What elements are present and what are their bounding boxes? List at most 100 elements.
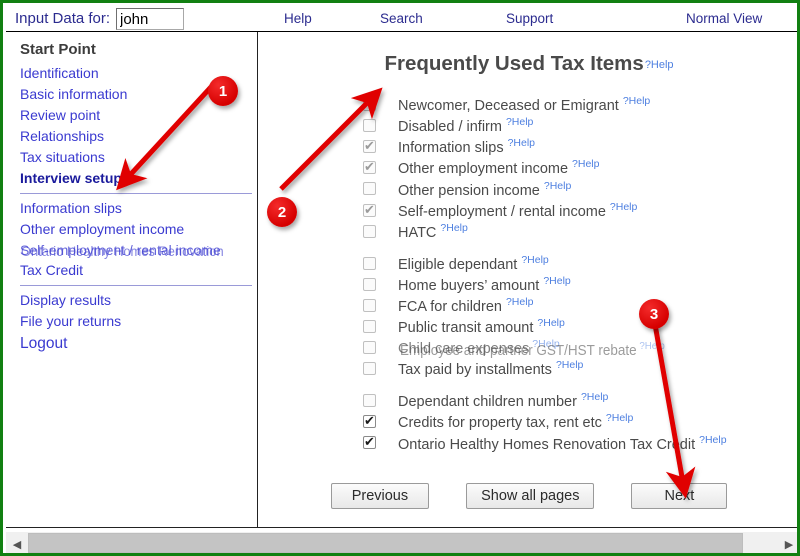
checklist-label: Other employment income ?Help [398,158,600,178]
previous-button[interactable]: Previous [330,483,430,509]
help-link[interactable]: ?Help [606,412,633,424]
top-navigation-bar: Input Data for: Help Search Support Norm… [6,6,797,32]
checklist-row[interactable]: Newcomer, Deceased or Emigrant ?Help [363,94,793,115]
sidebar-item-review-point[interactable]: Review point [20,105,257,126]
checklist-row[interactable]: Disabled / infirm ?Help [363,115,793,136]
scrollbar-thumb[interactable] [28,533,743,553]
user-name-input[interactable] [116,8,184,30]
checklist-label: Ontario Healthy Homes Renovation Tax Cre… [398,433,727,453]
checklist-row[interactable]: Home buyers’ amount ?Help [363,274,793,295]
checkbox-icon[interactable] [363,98,376,112]
checkbox-icon[interactable] [363,224,376,238]
checklist-row[interactable]: Eligible dependant ?Help [363,253,793,274]
checklist-row[interactable]: Self-employment / rental income?Help [363,199,793,220]
checkbox-icon[interactable] [363,137,376,154]
sidebar-item-other-employment-income[interactable]: Other employment income [20,219,257,240]
checklist-row[interactable]: Ontario Healthy Homes Renovation Tax Cre… [363,432,793,453]
checklist-row[interactable]: Dependant children number ?Help [363,390,793,411]
help-link[interactable]: ?Help [508,137,535,149]
checkbox-icon[interactable] [363,394,376,408]
checkbox-icon[interactable] [363,319,376,333]
tax-items-checklist: Newcomer, Deceased or Emigrant ?Help Disab… [363,94,793,454]
help-link[interactable]: ?Help [637,340,665,352]
scroll-left-arrow-icon[interactable]: ◀ [6,533,28,553]
help-link[interactable]: ?Help [556,359,583,371]
help-link[interactable]: ?Help [581,391,608,403]
help-link[interactable]: ?Help [543,275,570,287]
checklist-label: Newcomer, Deceased or Emigrant ?Help [398,95,651,114]
next-button[interactable]: Next [631,483,728,509]
form-button-row: Previous Show all pages Next [258,483,797,509]
checklist-row[interactable]: Information slips?Help [363,136,793,157]
checkbox-icon[interactable] [363,298,376,312]
sidebar-item-interview-setup[interactable]: Interview setup [20,168,257,189]
checkbox-icon[interactable] [363,412,376,429]
checkbox-icon[interactable] [363,201,376,218]
checklist-label: Dependant children number ?Help [398,391,609,411]
sidebar-item-identification[interactable]: Identification [20,63,257,84]
checkbox-icon[interactable] [363,433,376,450]
page-title-text: Frequently Used Tax Items [384,52,644,75]
checklist-label: Eligible dependant ?Help [398,253,549,273]
help-link[interactable]: ?Help [572,158,599,170]
nav-link-support[interactable]: Support [506,11,553,26]
checklist-row[interactable]: FCA for children ?Help [363,295,793,316]
checklist-row[interactable]: Credits for property tax, rent etc?Help [363,411,793,432]
sidebar-item-tax-situations[interactable]: Tax situations [20,147,257,168]
checklist-label: Tax paid by installments ?Help [398,359,584,379]
checklist-label: Self-employment / rental income ?Help [398,200,638,220]
sidebar-item-file-your-returns[interactable]: File your returns [20,311,257,332]
help-link[interactable]: ?Help [506,296,533,308]
checklist-label: Other pension income ?Help [398,179,572,199]
sidebar-divider-2 [20,285,252,286]
checklist-row[interactable]: HATC ?Help [363,221,793,242]
help-link[interactable]: ?Help [610,201,637,213]
help-link[interactable]: ?Help [521,254,548,266]
sidebar-item-logout[interactable]: Logout [20,332,257,356]
smudged-label-stack: Child care expenses ?Help Employee and pa… [398,338,778,359]
checklist-label: Home buyers’ amount ?Help [398,274,571,294]
nav-link-search[interactable]: Search [380,11,423,26]
horizontal-scrollbar[interactable]: ◀ ▶ [6,532,797,553]
checklist-label: Information slips ?Help [398,137,536,157]
sidebar-item-basic-information[interactable]: Basic information [20,84,257,105]
checkbox-icon[interactable] [363,119,376,133]
checkbox-icon[interactable] [363,256,376,270]
sidebar-item-relationships[interactable]: Relationships [20,126,257,147]
help-link[interactable]: ?Help [537,317,564,329]
checkbox-icon[interactable] [363,182,376,196]
sidebar-smudge-layer-b: Ontario Healthy Homes Renovation [21,243,224,259]
help-link[interactable]: ?Help [440,222,467,234]
show-all-pages-button[interactable]: Show all pages [466,483,595,509]
nav-link-help[interactable]: Help [284,11,312,26]
scroll-right-arrow-icon[interactable]: ▶ [778,533,797,553]
checklist-label: Credits for property tax, rent etc ?Help [398,412,634,432]
checklist-row[interactable]: Tax paid by installments ?Help [363,358,793,379]
input-data-label: Input Data for: [15,10,111,27]
help-link[interactable]: ?Help [544,180,571,192]
scrollbar-track[interactable] [28,533,778,553]
help-link[interactable]: ?Help [699,434,726,446]
sidebar-group-sections: Information slips Other employment income [20,198,257,240]
help-link[interactable]: ?Help [623,95,650,107]
checklist-row[interactable]: Other pension income ?Help [363,178,793,199]
help-link[interactable]: ?Help [506,116,533,128]
sidebar-item-information-slips[interactable]: Information slips [20,198,257,219]
sidebar-navigation: Start Point Identification Basic informat… [6,32,258,528]
checklist-label: FCA for children ?Help [398,295,534,315]
checkbox-icon[interactable] [363,277,376,291]
sidebar-group-start-point: Identification Basic information Review po… [20,63,257,189]
sidebar-item-tax-credit[interactable]: Tax Credit [20,260,257,281]
sidebar-item-display-results[interactable]: Display results [20,290,257,311]
checkbox-icon[interactable] [363,341,376,355]
checklist-label: Public transit amount ?Help [398,317,565,336]
checkbox-icon[interactable] [363,362,376,376]
main-content-panel: Frequently Used Tax Items?Help Newcomer,… [258,32,797,528]
checklist-row-smudged[interactable]: Child care expenses ?Help Employee and pa… [363,337,793,358]
nav-link-normal-view[interactable]: Normal View [686,11,762,26]
checkbox-icon[interactable] [363,158,376,175]
checklist-row[interactable]: Other employment income?Help [363,157,793,178]
sidebar-item-smudged[interactable]: Self-employment / rental income Ontario … [20,240,257,260]
checklist-row[interactable]: Public transit amount ?Help [363,316,793,337]
help-link[interactable]: ?Help [645,59,674,71]
